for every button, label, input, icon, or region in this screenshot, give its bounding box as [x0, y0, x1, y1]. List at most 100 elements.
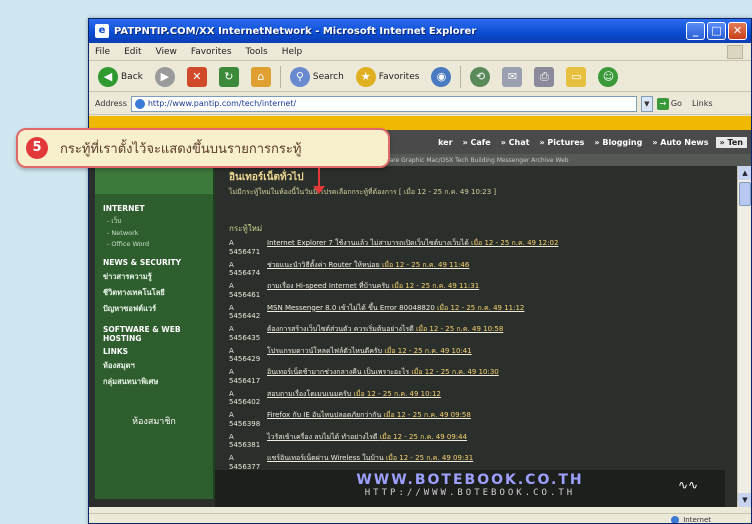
table-row[interactable]: A 5456474 ช่วยแนะนำวิธีตั้งค่า Router ให้… — [229, 261, 739, 279]
sidebar-link[interactable]: กลุ่มสนทนาพิเศษ — [95, 376, 213, 388]
sidebar-subitem[interactable]: - เว็บ — [95, 216, 213, 226]
nav-blogging[interactable]: » Blogging — [591, 138, 645, 147]
post-date: เมื่อ 12 - 25 ก.ค. 49 11:12 — [437, 303, 525, 312]
callout-annotation: 5 กระทู้ที่เราตั้งไว้จะแสดงขึ้นบนรายการก… — [16, 128, 390, 168]
post-link[interactable]: ช่วยแนะนำวิธีตั้งค่า Router ให้หน่อย เมื… — [267, 261, 739, 279]
print-icon: ⎙ — [534, 66, 555, 87]
sidebar-subitem[interactable]: - Network — [95, 229, 213, 237]
table-row[interactable]: A 5456402 สอบถามเรื่องโดเมนเนมครับ เมื่อ … — [229, 390, 739, 408]
back-button[interactable]: ◀ Back — [95, 65, 146, 89]
minimize-button[interactable]: _ — [686, 22, 705, 40]
table-row[interactable]: A 5456377 แชร์อินเทอร์เน็ตผ่าน Wireless ใ… — [229, 454, 739, 472]
nav-cafe[interactable]: » Cafe — [460, 138, 494, 147]
post-link[interactable]: MSN Messenger 8.0 เข้าไม่ได้ ขึ้น Error … — [267, 304, 739, 322]
post-link[interactable]: ต้องการสร้างเว็บไซต์ส่วนตัว ควรเริ่มต้นอ… — [267, 325, 739, 343]
sidebar-link[interactable]: ชีวิตทางเทคโนโลยี — [95, 287, 213, 299]
menu-favorites[interactable]: Favorites — [191, 47, 232, 57]
post-link[interactable]: แชร์อินเทอร์เน็ตผ่าน Wireless ในบ้าน เมื… — [267, 454, 739, 472]
windows-flag-icon — [727, 44, 743, 59]
messenger-icon: ☺ — [598, 66, 619, 87]
back-arrow-icon: ◀ — [98, 66, 118, 87]
address-dropdown-button[interactable]: ▼ — [640, 95, 653, 112]
maximize-button[interactable]: □ — [707, 22, 726, 40]
address-input[interactable]: http://www.pantip.com/tech/internet/ — [130, 95, 637, 112]
stop-icon: ✕ — [186, 66, 207, 87]
post-link[interactable]: Firefox กับ IE อันไหนปลอดภัยกว่ากัน เมื่… — [267, 411, 739, 429]
table-row[interactable]: A 5456429 โปรแกรมดาวน์โหลดไฟล์ตัวไหนดีครั… — [229, 347, 739, 365]
sidebar-link[interactable]: ปัญหาซอฟต์แวร์ — [95, 303, 213, 315]
globe-icon — [671, 515, 680, 523]
post-link[interactable]: Internet Explorer 7 ใช้งานแล้ว ไม่สามารถ… — [267, 239, 739, 257]
menu-help[interactable]: Help — [282, 47, 303, 57]
scroll-down-button[interactable]: ▼ — [738, 493, 751, 507]
post-title: แชร์อินเทอร์เน็ตผ่าน Wireless ในบ้าน — [267, 454, 384, 462]
post-id: A 5456474 — [229, 260, 261, 278]
post-date: เมื่อ 12 - 25 ก.ค. 49 12:02 — [471, 239, 559, 247]
links-label[interactable]: Links — [692, 99, 713, 108]
post-link[interactable]: ถามเรื่อง Hi-speed Internet ที่บ้านครับ … — [267, 282, 739, 300]
nav-pictures[interactable]: » Pictures — [536, 138, 587, 147]
history-icon: ⟲ — [470, 66, 491, 87]
table-row[interactable]: A 5456381 ไวรัสเข้าเครื่อง ลบไม่ได้ ทำอย่… — [229, 433, 739, 451]
table-row[interactable]: A 5456398 Firefox กับ IE อันไหนปลอดภัยกว่… — [229, 411, 739, 429]
post-link[interactable]: สอบถามเรื่องโดเมนเนมครับ เมื่อ 12 - 25 ก… — [267, 390, 739, 408]
refresh-icon: ↻ — [218, 66, 239, 87]
post-link[interactable]: โปรแกรมดาวน์โหลดไฟล์ตัวไหนดีครับ เมื่อ 1… — [267, 347, 739, 365]
post-date: เมื่อ 12 - 25 ก.ค. 49 10:58 — [415, 325, 504, 333]
sidebar-link[interactable]: ข่าวสารความรู้ — [95, 271, 213, 283]
post-date: เมื่อ 12 - 25 ก.ค. 49 11:46 — [381, 260, 470, 269]
menu-view[interactable]: View — [156, 47, 177, 57]
search-button[interactable]: ⚲ Search — [287, 65, 347, 89]
menu-file[interactable]: File — [95, 47, 110, 57]
table-row[interactable]: A 5456442 MSN Messenger 8.0 เข้าไม่ได้ ขึ… — [229, 304, 739, 322]
post-date: เมื่อ 12 - 25 ก.ค. 49 10:30 — [411, 368, 499, 376]
post-link[interactable]: อินเทอร์เน็ตช้ามากช่วงกลางคืน เป็นเพราะอ… — [267, 368, 739, 386]
nav-chat[interactable]: » Chat — [498, 138, 533, 147]
close-button[interactable]: ✕ — [728, 22, 747, 40]
post-list: A 5456471 Internet Explorer 7 ใช้งานแล้ว … — [229, 239, 739, 507]
table-row[interactable]: A 5456417 อินเทอร์เน็ตช้ามากช่วงกลางคืน เ… — [229, 368, 739, 386]
media-button[interactable]: ◉ — [428, 65, 454, 89]
post-id: A 5456471 — [229, 239, 261, 256]
vertical-scrollbar[interactable]: ▲ ▼ — [737, 166, 751, 507]
scroll-up-button[interactable]: ▲ — [738, 166, 751, 180]
nav-ten[interactable]: » Ten — [715, 136, 747, 148]
post-date: เมื่อ 12 - 25 ก.ค. 49 11:31 — [391, 282, 480, 290]
callout-text: กระทู้ที่เราตั้งไว้จะแสดงขึ้นบนรายการกระ… — [60, 141, 302, 157]
sidebar-subitem[interactable]: - Office Word — [95, 240, 213, 248]
table-row[interactable]: A 5456461 ถามเรื่อง Hi-speed Internet ที่… — [229, 282, 739, 300]
callout-arrow-head — [313, 186, 325, 194]
mail-button[interactable]: ✉ — [499, 65, 525, 89]
status-bar: Internet — [89, 513, 751, 523]
table-row[interactable]: A 5456471 Internet Explorer 7 ใช้งานแล้ว … — [229, 239, 739, 257]
window-title: PATPNTIP.COM/XX InternetNetwork - Micros… — [114, 25, 477, 37]
home-button[interactable]: ⌂ — [248, 65, 274, 89]
title-bar: e PATPNTIP.COM/XX InternetNetwork - Micr… — [89, 19, 751, 43]
menu-tools[interactable]: Tools — [246, 47, 268, 57]
mail-icon: ✉ — [502, 66, 523, 87]
history-button[interactable]: ⟲ — [467, 65, 493, 89]
forward-button[interactable]: ▶ — [152, 65, 178, 89]
stop-button[interactable]: ✕ — [184, 65, 210, 89]
refresh-button[interactable]: ↻ — [216, 65, 242, 89]
post-link[interactable]: ไวรัสเข้าเครื่อง ลบไม่ได้ ทำอย่างไรดี เม… — [267, 433, 739, 451]
menu-edit[interactable]: Edit — [124, 47, 141, 57]
post-date: เมื่อ 12 - 25 ก.ค. 49 10:41 — [384, 346, 472, 355]
post-title: Firefox กับ IE อันไหนปลอดภัยกว่ากัน — [267, 411, 382, 419]
print-button[interactable]: ⎙ — [531, 65, 557, 89]
folder-button[interactable]: ▭ — [563, 65, 589, 89]
toolbar-separator-2 — [460, 65, 462, 88]
nav-auto-news[interactable]: » Auto News — [649, 138, 711, 147]
page-viewport: ker » Cafe » Chat » Pictures » Blogging … — [89, 116, 751, 507]
members-link[interactable]: ห้องสมาชิก — [95, 414, 213, 428]
scroll-thumb[interactable] — [739, 182, 751, 206]
sidebar-link[interactable]: ห้องสมุดฯ — [95, 360, 213, 372]
table-row[interactable]: A 5456435 ต้องการสร้างเว็บไซต์ส่วนตัว ควร… — [229, 325, 739, 343]
wave-icon: ∿∿ — [677, 478, 699, 492]
favorites-button[interactable]: ★ Favorites — [353, 65, 423, 89]
post-title: ถามเรื่อง Hi-speed Internet ที่บ้านครับ — [267, 282, 390, 290]
messenger-button[interactable]: ☺ — [595, 65, 621, 89]
nav-item[interactable]: ker — [435, 138, 455, 147]
go-button[interactable]: → Go — [656, 97, 682, 110]
toolbar-separator — [279, 65, 281, 88]
